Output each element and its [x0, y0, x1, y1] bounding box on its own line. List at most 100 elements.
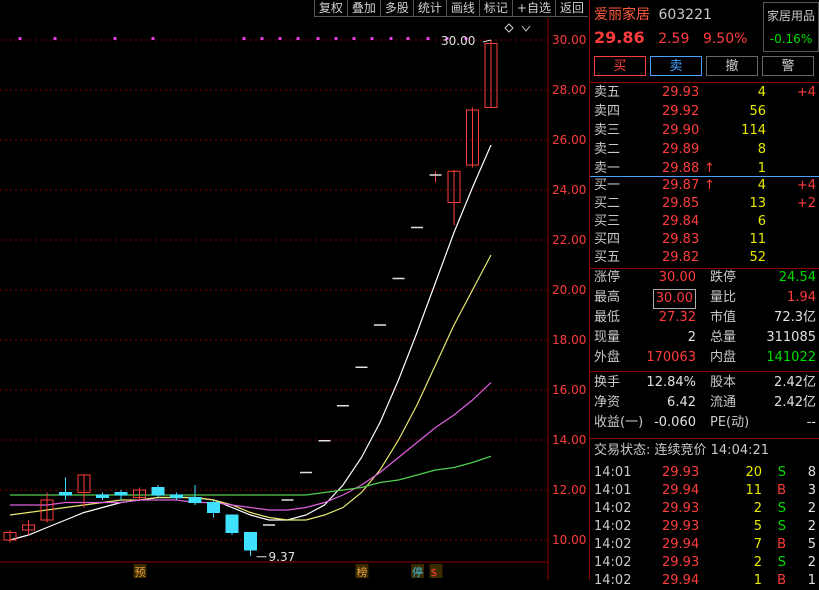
toolbar-tongji-button[interactable]: 统计 [412, 0, 446, 17]
stat-label: 现量 [594, 330, 621, 345]
asks-row[interactable]: 卖五 29.93 4 +4 [590, 84, 819, 102]
stat-label: 总量 [710, 330, 737, 345]
cancel-button[interactable]: 撤 [706, 56, 758, 76]
y-tick-label: 16.00 [552, 383, 586, 397]
toolbar-diejia-button[interactable]: 叠加 [346, 0, 380, 17]
stat-label: 涨停 [594, 270, 621, 285]
bids-volume: 13 [749, 196, 766, 211]
asks-volume: 4 [757, 85, 766, 100]
candle-body [59, 492, 72, 496]
ma-line [10, 455, 492, 496]
bids-volume: 52 [749, 250, 766, 265]
stat-label: 最低 [594, 310, 621, 325]
asks-level-label: 卖四 [594, 104, 621, 119]
last-price: 29.86 [594, 28, 645, 47]
tick-row[interactable]: 14:02 29.93 2 S 2 [590, 500, 819, 518]
buy-button[interactable]: 买 [594, 56, 646, 76]
divider [590, 371, 819, 372]
stat-row: 净资 6.42 流通 2.42亿 [590, 394, 819, 412]
divider [590, 82, 819, 83]
tick-row[interactable]: 14:02 29.94 1 B 1 [590, 572, 819, 590]
bids-level-label: 买一 [594, 178, 621, 193]
tick-count: 1 [807, 573, 816, 588]
bids-row[interactable]: 买一 29.87 ↑ 4 +4 [590, 177, 819, 195]
tick-count: 2 [807, 555, 816, 570]
tick-time: 14:01 [594, 465, 632, 480]
bids-row[interactable]: 买五 29.82 52 [590, 249, 819, 267]
trade-status: 交易状态: 连续竞价 14:04:21 [590, 442, 819, 460]
tick-time: 14:02 [594, 573, 632, 588]
stat-label: 内盘 [710, 350, 737, 365]
y-tick-label: 30.00 [552, 33, 586, 47]
stat-row: 收益(一) -0.060 PE(动) -- [590, 414, 819, 432]
stat-label: 换手 [594, 375, 621, 390]
event-marker: 停 [412, 565, 423, 579]
event-dot [278, 37, 282, 40]
bids-price: 29.87 [662, 178, 700, 193]
stat-value-zuidi: 27.32 [658, 310, 696, 325]
tick-direction: S [777, 555, 786, 570]
ma-line [9, 254, 492, 521]
tick-row[interactable]: 14:02 29.94 7 B 5 [590, 536, 819, 554]
tick-price: 29.94 [662, 537, 700, 552]
tick-time: 14:02 [594, 555, 632, 570]
tick-direction: B [777, 483, 786, 498]
tick-row[interactable]: 14:02 29.93 5 S 2 [590, 518, 819, 536]
event-dot [426, 37, 430, 40]
toolbar-huaxian-button[interactable]: 画线 [445, 0, 479, 17]
toolbar-fanhui-button[interactable]: 返回 [554, 0, 588, 17]
y-tick-label: 14.00 [552, 433, 586, 447]
toolbar-zixuan-button[interactable]: +自选 [511, 0, 555, 17]
tick-row[interactable]: 14:02 29.93 2 S 2 [590, 554, 819, 572]
stat-label: 流通 [710, 395, 737, 410]
chart-toolbar: 复权 叠加 多股 统计 画线 标记 +自选 返回 [0, 0, 588, 18]
sell-button[interactable]: 卖 [650, 56, 702, 76]
tick-volume: 7 [753, 537, 762, 552]
industry-box[interactable]: 家居用品 -0.16% [763, 2, 819, 52]
event-dot [260, 37, 264, 40]
tick-time: 14:02 [594, 537, 632, 552]
y-tick-label: 28.00 [552, 83, 586, 97]
stat-value-liutong: 2.42亿 [774, 395, 816, 410]
stat-label: 收益(一) [594, 415, 644, 430]
tick-price: 29.93 [662, 465, 700, 480]
toolbar-biaoji-button[interactable]: 标记 [478, 0, 512, 17]
bids-row[interactable]: 买四 29.83 11 [590, 231, 819, 249]
bids-price: 29.84 [662, 214, 700, 229]
stat-value-shizhi: 72.3亿 [774, 310, 816, 325]
bids-row[interactable]: 买三 29.84 6 [590, 213, 819, 231]
tick-count: 3 [807, 483, 816, 498]
asks-row[interactable]: 卖四 29.92 56 [590, 103, 819, 121]
stat-label: 股本 [710, 375, 737, 390]
tick-count: 2 [807, 501, 816, 516]
event-marker: 榜 [357, 565, 368, 579]
tick-volume: 1 [753, 573, 762, 588]
toolbar-fuquan-button[interactable]: 复权 [313, 0, 347, 17]
asks-row[interactable]: 卖二 29.89 8 [590, 141, 819, 159]
stat-label: 外盘 [594, 350, 621, 365]
tick-count: 5 [807, 537, 816, 552]
event-dot [18, 37, 22, 40]
bids-level-label: 买四 [594, 232, 621, 247]
toolbar-duogu-button[interactable]: 多股 [379, 0, 413, 17]
event-dot [334, 37, 338, 40]
event-dot [389, 37, 393, 40]
tick-count: 8 [807, 465, 816, 480]
bids-change: +2 [796, 196, 816, 211]
bids-volume: 6 [757, 214, 766, 229]
bids-volume: 11 [749, 232, 766, 247]
stock-name[interactable]: 爱丽家居 [594, 7, 650, 23]
kline-chart[interactable]: 30.00 28.00 26.00 24.00 22.00 20.00 18.00 16.00… [0, 18, 588, 580]
asks-volume: 114 [741, 123, 766, 138]
bids-row[interactable]: 买二 29.85 13 +2 [590, 195, 819, 213]
tick-volume: 2 [753, 501, 762, 516]
stat-row: 换手 12.84% 股本 2.42亿 [590, 374, 819, 392]
event-dot [316, 37, 320, 40]
alert-button[interactable]: 警 [762, 56, 814, 76]
asks-row[interactable]: 卖三 29.90 114 [590, 122, 819, 140]
kline-svg[interactable]: 30.00 28.00 26.00 24.00 22.00 20.00 18.00 16.00… [0, 18, 588, 580]
tick-volume: 2 [753, 555, 762, 570]
tick-row[interactable]: 14:01 29.93 20 S 8 [590, 464, 819, 482]
tick-row[interactable]: 14:01 29.94 11 B 3 [590, 482, 819, 500]
diamond-icon [504, 23, 514, 33]
